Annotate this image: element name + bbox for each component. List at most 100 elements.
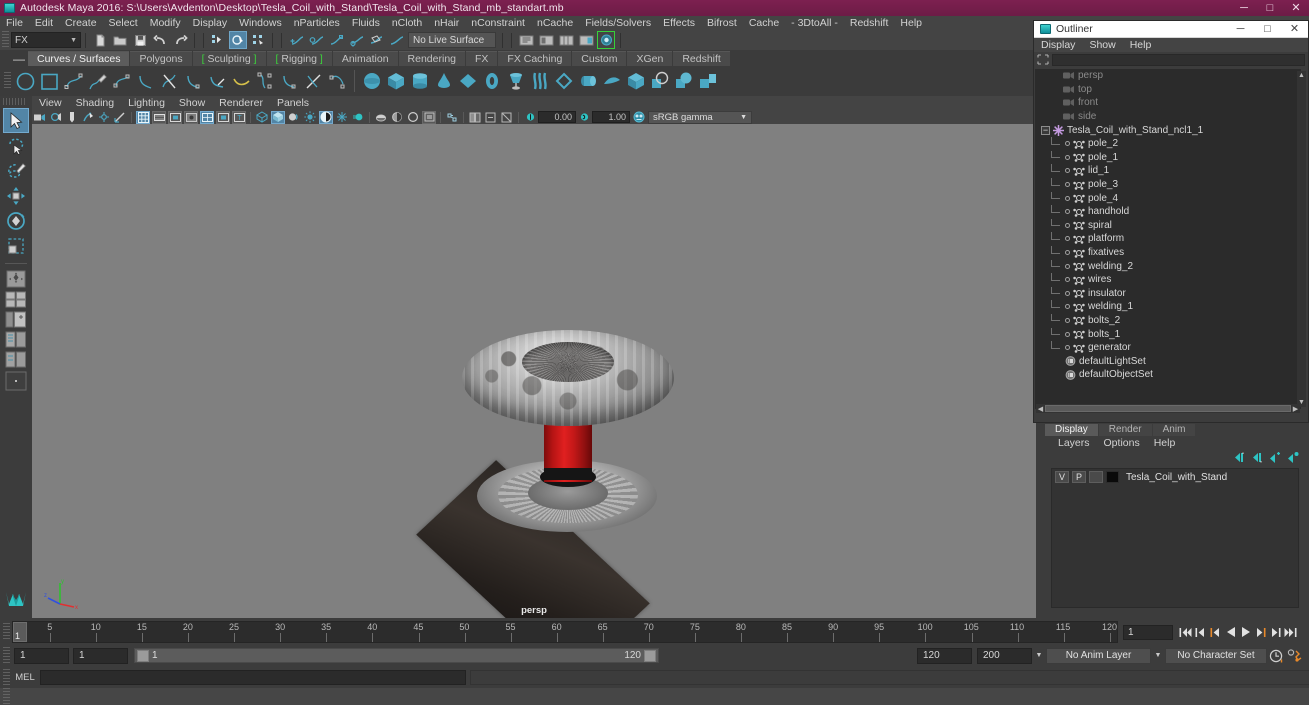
snap-to-curve-icon[interactable] <box>307 31 325 49</box>
step-forward-frame-icon[interactable] <box>1268 624 1283 640</box>
menu-item-redshift[interactable]: Redshift <box>844 16 895 30</box>
current-time-indicator[interactable]: 1 <box>13 622 27 642</box>
shelf-tab-redshift[interactable]: Redshift <box>673 51 730 66</box>
layer-menu-options[interactable]: Options <box>1097 436 1147 450</box>
menu-item-effects[interactable]: Effects <box>657 16 701 30</box>
new-scene-icon[interactable] <box>91 31 109 49</box>
lasso-select-tool-icon[interactable] <box>3 133 29 158</box>
outliner-item-tesla-coil-with-stand-ncl1-1[interactable]: − Tesla_Coil_with_Stand_ncl1_1 <box>1035 123 1301 137</box>
film-origin-icon[interactable] <box>200 110 214 124</box>
outliner-item-wires[interactable]: wires <box>1035 273 1301 287</box>
range-start-field[interactable]: 1 <box>73 647 128 664</box>
go-to-start-icon[interactable] <box>1178 624 1193 640</box>
command-line-grip[interactable] <box>3 668 10 687</box>
menu-item-cache[interactable]: Cache <box>743 16 785 30</box>
snap-to-projected-center-icon[interactable] <box>347 31 365 49</box>
motion-blur-icon[interactable] <box>351 111 365 124</box>
multisample-aa-icon[interactable] <box>374 111 388 124</box>
viewport-menu-lighting[interactable]: Lighting <box>121 96 172 110</box>
layer-row[interactable]: V P Tesla_Coil_with_Stand <box>1052 469 1298 483</box>
move-layer-down-icon[interactable] <box>1250 452 1263 464</box>
outliner-item-fixatives[interactable]: fixatives <box>1035 246 1301 260</box>
view-transform-selector[interactable]: sRGB gamma ▼ <box>648 110 752 124</box>
move-tool-icon[interactable] <box>3 183 29 208</box>
smooth-shade-all-icon[interactable] <box>271 110 285 124</box>
outliner-item-lid-1[interactable]: lid_1 <box>1035 164 1301 178</box>
viewport-menu-shading[interactable]: Shading <box>69 96 122 110</box>
isolate-render-icon[interactable] <box>468 111 482 124</box>
menu-item-fields-solvers[interactable]: Fields/Solvers <box>579 16 657 30</box>
camera-attributes-icon[interactable] <box>65 111 79 124</box>
depth-of-field-icon[interactable] <box>390 111 404 124</box>
new-empty-layer-icon[interactable] <box>1268 452 1281 464</box>
outliner-menu-show[interactable]: Show <box>1082 38 1122 52</box>
layer-playback-toggle[interactable]: P <box>1072 471 1086 483</box>
make-live-icon[interactable] <box>387 31 405 49</box>
layer-tab-render[interactable]: Render <box>1098 424 1152 436</box>
two-pane-side-layout-icon[interactable] <box>3 329 29 349</box>
shelf-tab-polygons[interactable]: Polygons <box>130 51 192 66</box>
outliner-menu-display[interactable]: Display <box>1034 38 1082 52</box>
panel-zoom-icon[interactable] <box>484 111 498 124</box>
nurbs-cylinder-icon[interactable] <box>408 68 432 94</box>
outliner-item-defaultlightset[interactable]: defaultLightSet <box>1035 354 1301 368</box>
curve-insert-knot-icon[interactable] <box>181 68 205 94</box>
outliner-item-welding-1[interactable]: welding_1 <box>1035 300 1301 314</box>
outliner-item-platform[interactable]: platform <box>1035 232 1301 246</box>
layer-tab-anim[interactable]: Anim <box>1152 424 1196 436</box>
nurbs-sphere-icon[interactable] <box>360 68 384 94</box>
command-language-label[interactable]: MEL <box>12 672 38 683</box>
layer-tab-display[interactable]: Display <box>1045 424 1098 436</box>
xray-icon[interactable] <box>422 110 436 124</box>
ep-curve-tool-icon[interactable] <box>61 68 85 94</box>
show-hide-tool-settings-icon[interactable] <box>537 31 555 49</box>
outliner-hscroll-thumb[interactable] <box>1045 405 1291 412</box>
shelf-tab-rendering[interactable]: Rendering <box>398 51 465 66</box>
surface-booleans-icon[interactable] <box>672 68 696 94</box>
safe-title-icon[interactable]: T <box>232 110 246 124</box>
outliner-item-pole-4[interactable]: pole_4 <box>1035 191 1301 205</box>
auto-keyframe-icon[interactable] <box>1267 647 1285 664</box>
nurbs-circle-icon[interactable] <box>13 68 37 94</box>
anim-layer-chevron-down-icon[interactable]: ▼ <box>1151 648 1165 664</box>
xray-joints-icon[interactable] <box>445 111 459 124</box>
shelf-tab-custom[interactable]: Custom <box>572 51 627 66</box>
menu-set-selector[interactable]: FX ▼ <box>11 32 81 48</box>
outliner-item-welding-2[interactable]: welding_2 <box>1035 259 1301 273</box>
toolbox-grip[interactable] <box>3 98 25 105</box>
character-set-selector[interactable]: No Character Set <box>1165 647 1267 664</box>
rotate-tool-icon[interactable] <box>3 208 29 233</box>
scroll-right-icon[interactable]: ▶ <box>1291 404 1300 413</box>
range-slider-grip[interactable] <box>3 646 10 665</box>
status-line-grip[interactable] <box>2 31 9 49</box>
shaded-wireframe-icon[interactable] <box>287 111 301 124</box>
outliner-item-bolts-2[interactable]: bolts_2 <box>1035 313 1301 328</box>
birail-icon[interactable] <box>600 68 624 94</box>
shadows-icon[interactable] <box>319 110 333 124</box>
four-pane-layout-icon[interactable] <box>3 309 29 329</box>
layer-color-swatch[interactable] <box>1106 471 1119 483</box>
shelf-tab-rigging[interactable]: [ Rigging ] <box>266 51 332 66</box>
range-end-field[interactable]: 120 <box>917 647 972 664</box>
pencil-curve-tool-icon[interactable] <box>85 68 109 94</box>
wireframe-icon[interactable] <box>255 111 269 124</box>
save-scene-icon[interactable] <box>131 31 149 49</box>
undo-icon[interactable] <box>151 31 169 49</box>
shelf-tab-fx-caching[interactable]: FX Caching <box>498 51 572 66</box>
screenshot-icon[interactable] <box>500 111 514 124</box>
curve-attach-icon[interactable] <box>133 68 157 94</box>
viewport-menu-panels[interactable]: Panels <box>270 96 316 110</box>
menu-item-file[interactable]: File <box>0 16 29 30</box>
snap-to-grid-icon[interactable] <box>287 31 305 49</box>
gamma-value[interactable]: 1.00 <box>592 111 630 123</box>
shelf-tab-curves-surfaces[interactable]: Curves / Surfaces <box>28 51 130 66</box>
layer-visibility-toggle[interactable]: V <box>1055 471 1069 483</box>
animation-preferences-icon[interactable] <box>1285 647 1305 664</box>
help-line-grip[interactable] <box>3 687 10 705</box>
select-by-object-icon[interactable] <box>229 31 247 49</box>
gamma-icon[interactable] <box>577 111 591 124</box>
menu-item-edit[interactable]: Edit <box>29 16 59 30</box>
blank-layout-icon[interactable] <box>3 369 29 393</box>
outliner-item-side[interactable]: side <box>1035 110 1301 124</box>
outliner-item-persp[interactable]: persp <box>1035 69 1301 83</box>
